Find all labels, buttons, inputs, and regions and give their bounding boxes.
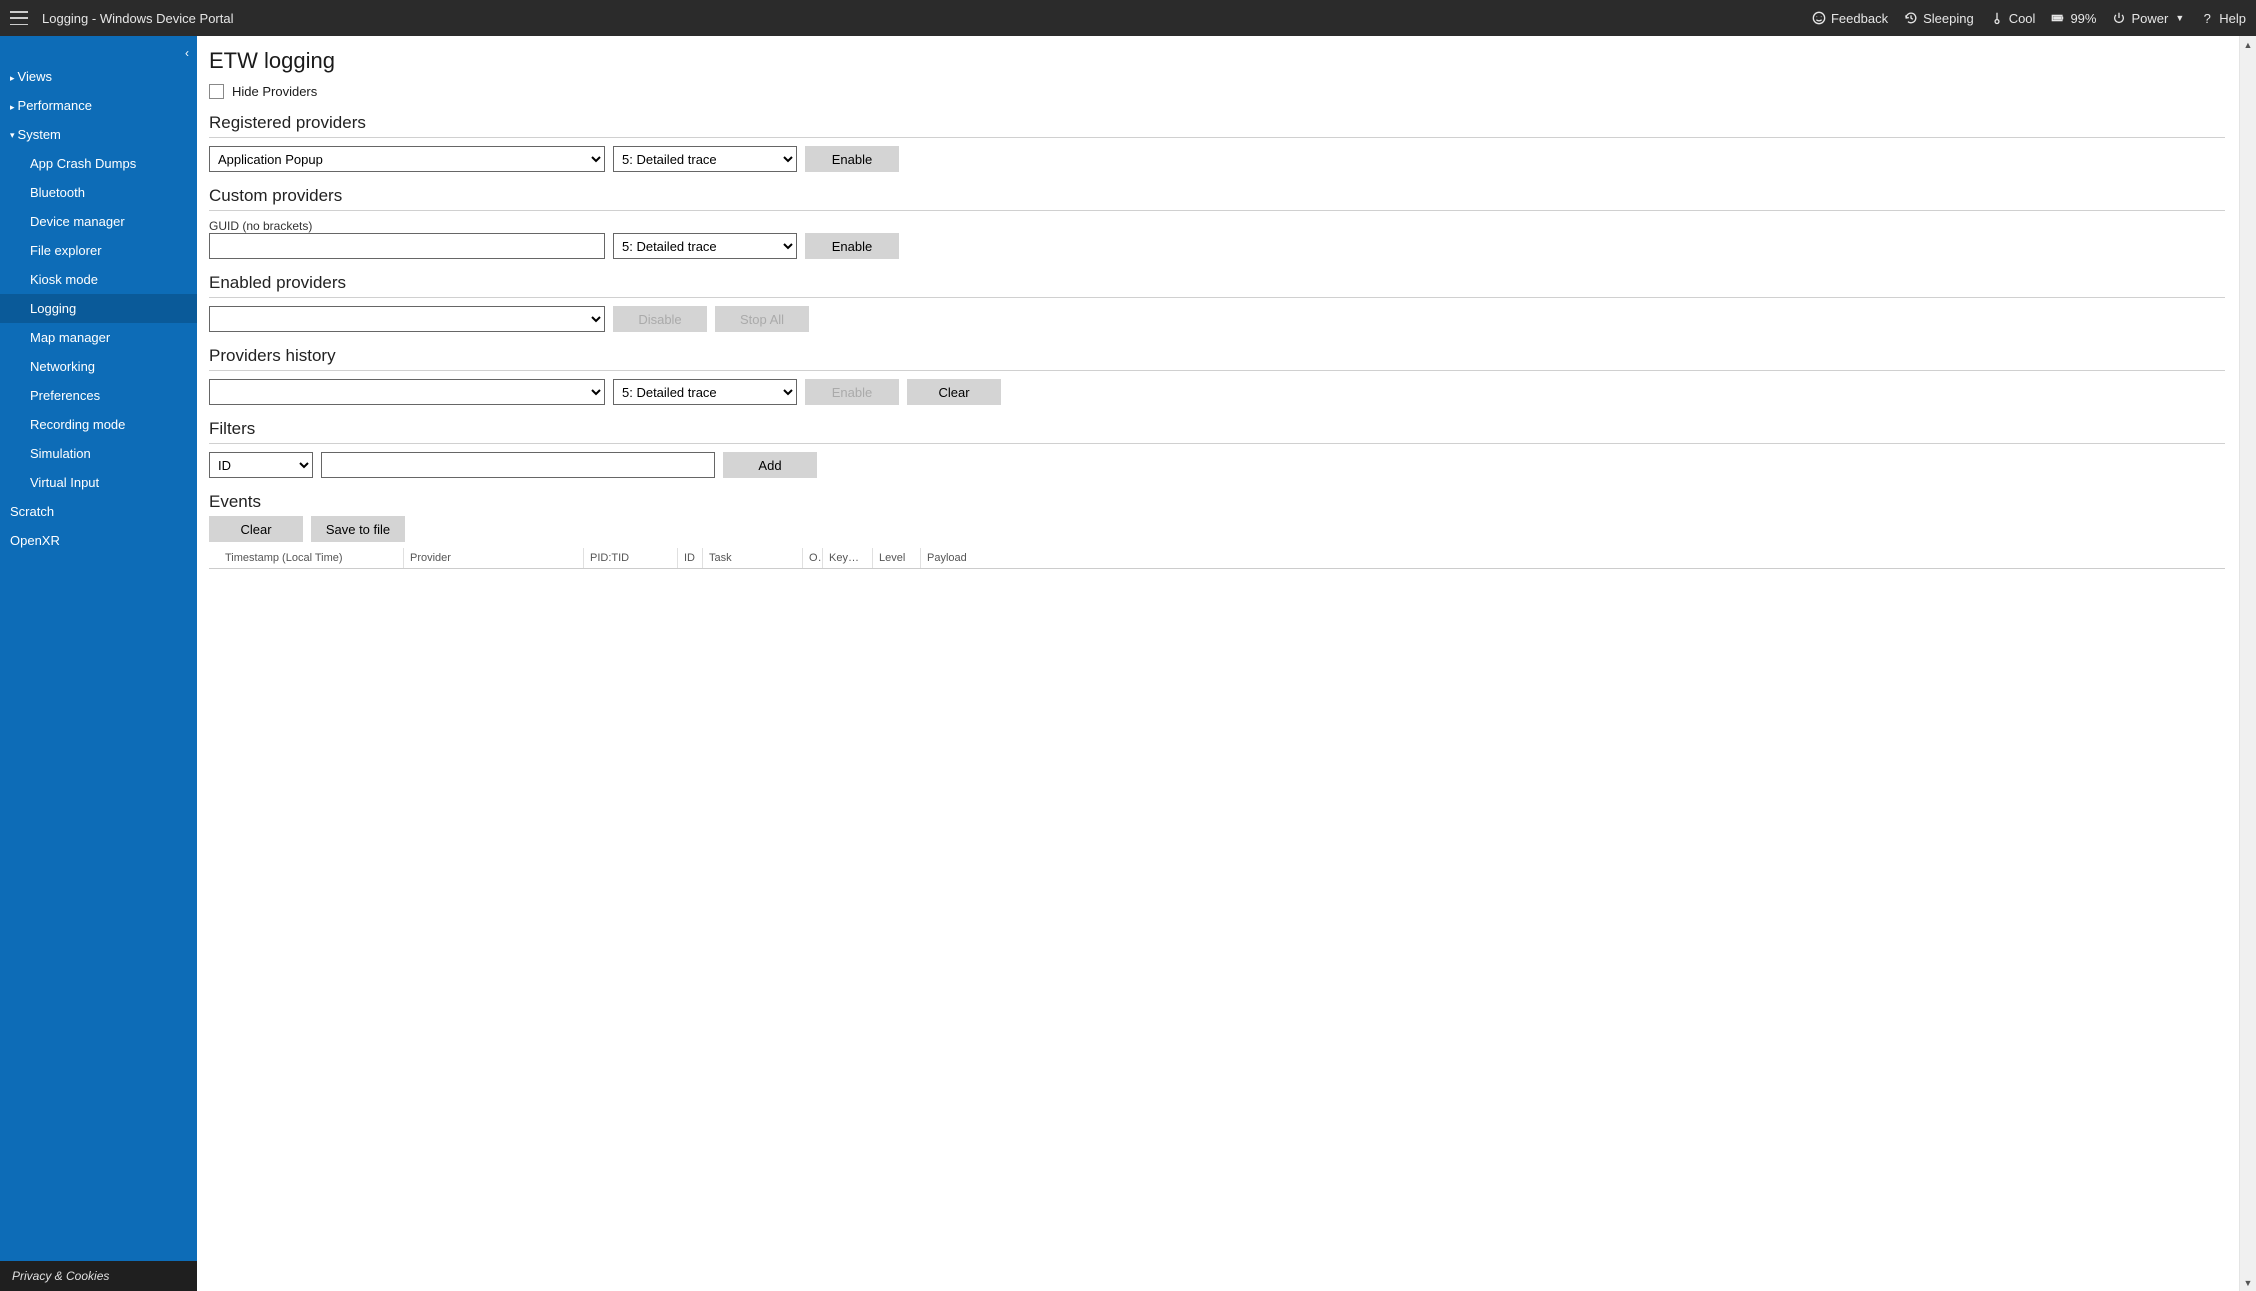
sleep-label: Sleeping [1923, 11, 1974, 26]
hide-providers-label: Hide Providers [232, 84, 317, 99]
hamburger-icon[interactable] [10, 11, 28, 25]
divider [209, 297, 2225, 298]
history-provider-select[interactable] [209, 379, 605, 405]
feedback-label: Feedback [1831, 11, 1888, 26]
stop-all-button[interactable]: Stop All [715, 306, 809, 332]
filter-type-select[interactable]: ID [209, 452, 313, 478]
page-title: ETW logging [209, 48, 2225, 74]
enabled-provider-select[interactable] [209, 306, 605, 332]
power-icon [2112, 11, 2126, 25]
sidebar-item-device-manager[interactable]: Device manager [0, 207, 197, 236]
sidebar-item-map-manager[interactable]: Map manager [0, 323, 197, 352]
history-clear-button[interactable]: Clear [907, 379, 1001, 405]
scrollbar[interactable]: ▲ ▼ [2239, 36, 2256, 1291]
guid-label: GUID (no brackets) [209, 219, 2225, 233]
sidebar-item-app-crash-dumps[interactable]: App Crash Dumps [0, 149, 197, 178]
scroll-up-icon[interactable]: ▲ [2240, 36, 2256, 53]
custom-guid-input[interactable] [209, 233, 605, 259]
temp-label: Cool [2009, 11, 2036, 26]
col-timestamp[interactable]: Timestamp (Local Time) [219, 548, 404, 568]
battery-label: 99% [2070, 11, 2096, 26]
divider [209, 210, 2225, 211]
privacy-cookies-link[interactable]: Privacy & Cookies [0, 1261, 197, 1291]
smile-icon [1812, 11, 1826, 25]
divider [209, 137, 2225, 138]
registered-providers-heading: Registered providers [209, 113, 2225, 133]
nav-group-performance[interactable]: Performance [0, 91, 197, 120]
sidebar-item-bluetooth[interactable]: Bluetooth [0, 178, 197, 207]
sidebar-item-virtual-input[interactable]: Virtual Input [0, 468, 197, 497]
power-menu[interactable]: Power ▼ [2112, 11, 2184, 26]
sidebar-item-scratch[interactable]: Scratch [0, 497, 197, 526]
sidebar-nav: Views Performance System App Crash Dumps… [0, 36, 197, 1261]
filters-heading: Filters [209, 419, 2225, 439]
sidebar-item-file-explorer[interactable]: File explorer [0, 236, 197, 265]
sidebar-item-logging[interactable]: Logging [0, 294, 197, 323]
sidebar-item-preferences[interactable]: Preferences [0, 381, 197, 410]
col-payload[interactable]: Payload [921, 548, 2225, 568]
app-title: Logging - Windows Device Portal [42, 11, 233, 26]
history-icon [1904, 11, 1918, 25]
history-enable-button[interactable]: Enable [805, 379, 899, 405]
main-content: ETW logging Hide Providers Registered pr… [197, 36, 2239, 1291]
custom-providers-heading: Custom providers [209, 186, 2225, 206]
col-level[interactable]: Level [873, 548, 921, 568]
divider [209, 370, 2225, 371]
col-keyword[interactable]: Keyword [823, 548, 873, 568]
chevron-down-icon: ▼ [2175, 13, 2184, 23]
custom-level-select[interactable]: 5: Detailed trace [613, 233, 797, 259]
question-icon: ? [2200, 11, 2214, 25]
battery-icon [2051, 11, 2065, 25]
nav-group-system[interactable]: System [0, 120, 197, 149]
filter-add-button[interactable]: Add [723, 452, 817, 478]
registered-level-select[interactable]: 5: Detailed trace [613, 146, 797, 172]
sidebar: ‹ Views Performance System App Crash Dum… [0, 36, 197, 1291]
providers-history-heading: Providers history [209, 346, 2225, 366]
events-clear-button[interactable]: Clear [209, 516, 303, 542]
scroll-down-icon[interactable]: ▼ [2240, 1274, 2256, 1291]
power-label: Power [2131, 11, 2168, 26]
col-opcode[interactable]: O... [803, 548, 823, 568]
hide-providers-checkbox[interactable] [209, 84, 224, 99]
col-pidtid[interactable]: PID:TID [584, 548, 678, 568]
sidebar-item-simulation[interactable]: Simulation [0, 439, 197, 468]
thermometer-icon [1990, 11, 2004, 25]
help-label: Help [2219, 11, 2246, 26]
history-level-select[interactable]: 5: Detailed trace [613, 379, 797, 405]
registered-enable-button[interactable]: Enable [805, 146, 899, 172]
col-id[interactable]: ID [678, 548, 703, 568]
sidebar-item-recording-mode[interactable]: Recording mode [0, 410, 197, 439]
temp-status[interactable]: Cool [1990, 11, 2036, 26]
custom-enable-button[interactable]: Enable [805, 233, 899, 259]
enabled-providers-heading: Enabled providers [209, 273, 2225, 293]
battery-status[interactable]: 99% [2051, 11, 2096, 26]
collapse-sidebar-icon[interactable]: ‹ [185, 46, 189, 60]
help-link[interactable]: ? Help [2200, 11, 2246, 26]
col-task[interactable]: Task [703, 548, 803, 568]
feedback-link[interactable]: Feedback [1812, 11, 1888, 26]
col-provider[interactable]: Provider [404, 548, 584, 568]
disable-button[interactable]: Disable [613, 306, 707, 332]
filter-value-input[interactable] [321, 452, 715, 478]
divider [209, 443, 2225, 444]
sidebar-item-openxr[interactable]: OpenXR [0, 526, 197, 555]
sidebar-item-kiosk-mode[interactable]: Kiosk mode [0, 265, 197, 294]
sleep-status[interactable]: Sleeping [1904, 11, 1974, 26]
nav-group-views[interactable]: Views [0, 62, 197, 91]
events-heading: Events [209, 492, 2225, 512]
sidebar-item-networking[interactable]: Networking [0, 352, 197, 381]
events-table-header: Timestamp (Local Time) Provider PID:TID … [209, 548, 2225, 569]
topbar: Logging - Windows Device Portal Feedback… [0, 0, 2256, 36]
registered-provider-select[interactable]: Application Popup [209, 146, 605, 172]
events-save-button[interactable]: Save to file [311, 516, 405, 542]
